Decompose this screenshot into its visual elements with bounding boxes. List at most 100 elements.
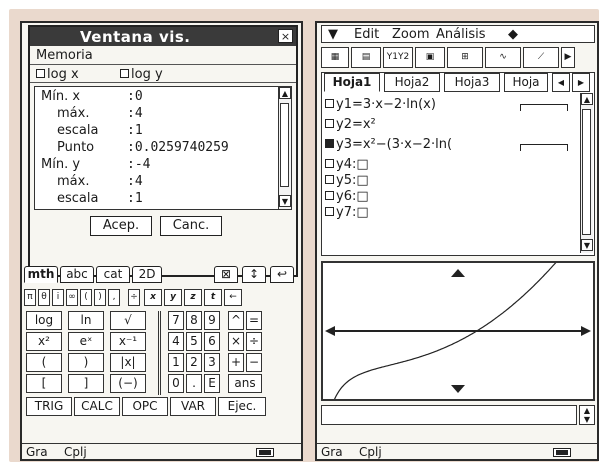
key-8[interactable]: 8 [186,311,202,330]
scroll-up-icon[interactable]: ▲ [279,87,291,99]
graph-zoom-icon[interactable]: ⊞ [447,47,483,68]
execute-button[interactable]: Ejec. [218,397,266,416]
equation-row[interactable]: y4:□ [325,157,369,172]
key-divide[interactable]: ÷ [246,332,262,351]
scroll-down-arrow-icon[interactable] [451,385,465,393]
key-theta[interactable]: θ [38,289,50,306]
key-dot[interactable]: . [186,374,202,393]
key-exponent[interactable]: E [204,374,220,393]
tab-2d[interactable]: 2D [132,266,162,283]
key-x[interactable]: x [144,289,162,306]
equation-row[interactable]: y6:□ [325,189,369,204]
key-equals[interactable]: = [246,311,262,330]
key-power[interactable]: ^ [228,311,244,330]
key-lbracket[interactable]: [ [26,374,62,393]
checkbox-icon[interactable] [325,99,334,108]
setting-value[interactable]: :1 [127,192,143,206]
checkbox-icon[interactable] [325,175,334,184]
key-2[interactable]: 2 [186,353,202,372]
setting-value[interactable]: :4 [127,107,143,121]
scroll-up-arrow-icon[interactable] [451,269,465,277]
key-inverse[interactable]: x⁻¹ [110,332,146,351]
menu-analisis[interactable]: Análisis [436,27,485,42]
graph-window[interactable] [321,258,595,402]
key-minus[interactable]: − [246,353,262,372]
setting-value[interactable]: :-4 [127,158,150,172]
checkbox-checked-icon[interactable] [325,139,334,148]
scroll-down-icon[interactable]: ▼ [279,195,291,207]
key-pi[interactable]: π [24,289,36,306]
menu-diamond-icon[interactable]: ◆ [508,27,518,42]
equation-row[interactable]: y2=x² [325,117,376,132]
key-rparen[interactable]: ) [68,353,104,372]
key-comma[interactable]: , [108,289,120,306]
trig-button[interactable]: TRIG [26,397,72,416]
menu-edit[interactable]: Edit [354,27,379,42]
y1-y2-icon[interactable]: Y1Y2 [383,47,413,68]
setting-value[interactable]: :0 [127,90,143,104]
scroll-thumb[interactable] [582,109,591,235]
key-ans[interactable]: ans [228,374,262,393]
memoria-menu[interactable]: Memoria [30,47,296,65]
key-lparen[interactable]: ( [26,353,62,372]
checkbox-icon[interactable] [325,159,334,168]
equation-row[interactable]: y1=3·x−2·ln(x) [325,97,436,112]
key-open-paren[interactable]: ( [80,289,92,306]
tab-hoja2[interactable]: Hoja2 [384,73,440,92]
key-3[interactable]: 3 [204,353,220,372]
checkbox-icon[interactable] [325,207,334,216]
key-sqrt[interactable]: √ [110,311,146,330]
calc-button[interactable]: CALC [74,397,120,416]
checkbox-icon[interactable] [325,191,334,200]
tab-cat[interactable]: cat [96,266,130,283]
key-abs[interactable]: |x| [110,353,146,372]
checkbox-icon[interactable] [120,69,129,78]
cancel-button[interactable]: Canc. [160,216,222,236]
menu-zoom[interactable]: Zoom [392,27,429,42]
key-multiply[interactable]: × [228,332,244,351]
equation-row[interactable]: y5:□ [325,173,369,188]
key-9[interactable]: 9 [204,311,220,330]
key-fraction[interactable]: ÷ [128,289,140,306]
key-square[interactable]: x² [26,332,62,351]
graph-trace-icon[interactable]: ∿ [485,47,521,68]
tab-hoja3[interactable]: Hoja3 [444,73,500,92]
tab-hoja1[interactable]: Hoja1 [324,73,380,92]
checkbox-icon[interactable] [36,69,45,78]
equation-row[interactable]: y3=x²−(3·x−2·ln( [325,137,452,152]
entry-spin-icon[interactable]: ▲ ▼ [579,405,595,425]
log-x-option[interactable]: log x [36,67,79,82]
graph-window-icon[interactable]: ▣ [415,47,445,68]
tab-mth[interactable]: mth [24,266,58,283]
key-t[interactable]: t [204,289,222,306]
key-exp[interactable]: eˣ [68,332,104,351]
keyboard-resize-icon[interactable]: ↕ [242,266,266,283]
var-button[interactable]: VAR [170,397,216,416]
tab-hoja4[interactable]: Hoja [504,73,548,92]
key-y[interactable]: y [164,289,182,306]
key-6[interactable]: 6 [204,332,220,351]
graph-tangent-icon[interactable]: ⟋ [523,47,559,68]
accept-button[interactable]: Acep. [90,216,152,236]
settings-scrollbar[interactable]: ▲ ▼ [278,87,291,209]
key-rbracket[interactable]: ] [68,374,104,393]
setting-value[interactable]: :4 [127,175,143,189]
key-close-paren[interactable]: ) [94,289,106,306]
key-z[interactable]: z [184,289,202,306]
tab-abc[interactable]: abc [60,266,94,283]
key-i[interactable]: i [52,289,64,306]
key-0[interactable]: 0 [168,374,184,393]
opc-button[interactable]: OPC [122,397,168,416]
key-negative[interactable]: (−) [110,374,146,393]
equation-row[interactable]: y7:□ [325,205,369,220]
tab-next-icon[interactable]: ▶ [572,73,590,92]
key-infinity[interactable]: ∞ [66,289,78,306]
table-split-icon[interactable]: ▤ [351,47,381,68]
table-icon[interactable]: ▦ [321,47,349,68]
keyboard-close-icon[interactable]: ⊠ [214,266,238,283]
key-plus[interactable]: + [228,353,244,372]
scroll-up-icon[interactable]: ▲ [581,93,593,105]
key-4[interactable]: 4 [168,332,184,351]
setting-value[interactable]: :1 [127,124,143,138]
tab-prev-icon[interactable]: ◀ [552,73,570,92]
